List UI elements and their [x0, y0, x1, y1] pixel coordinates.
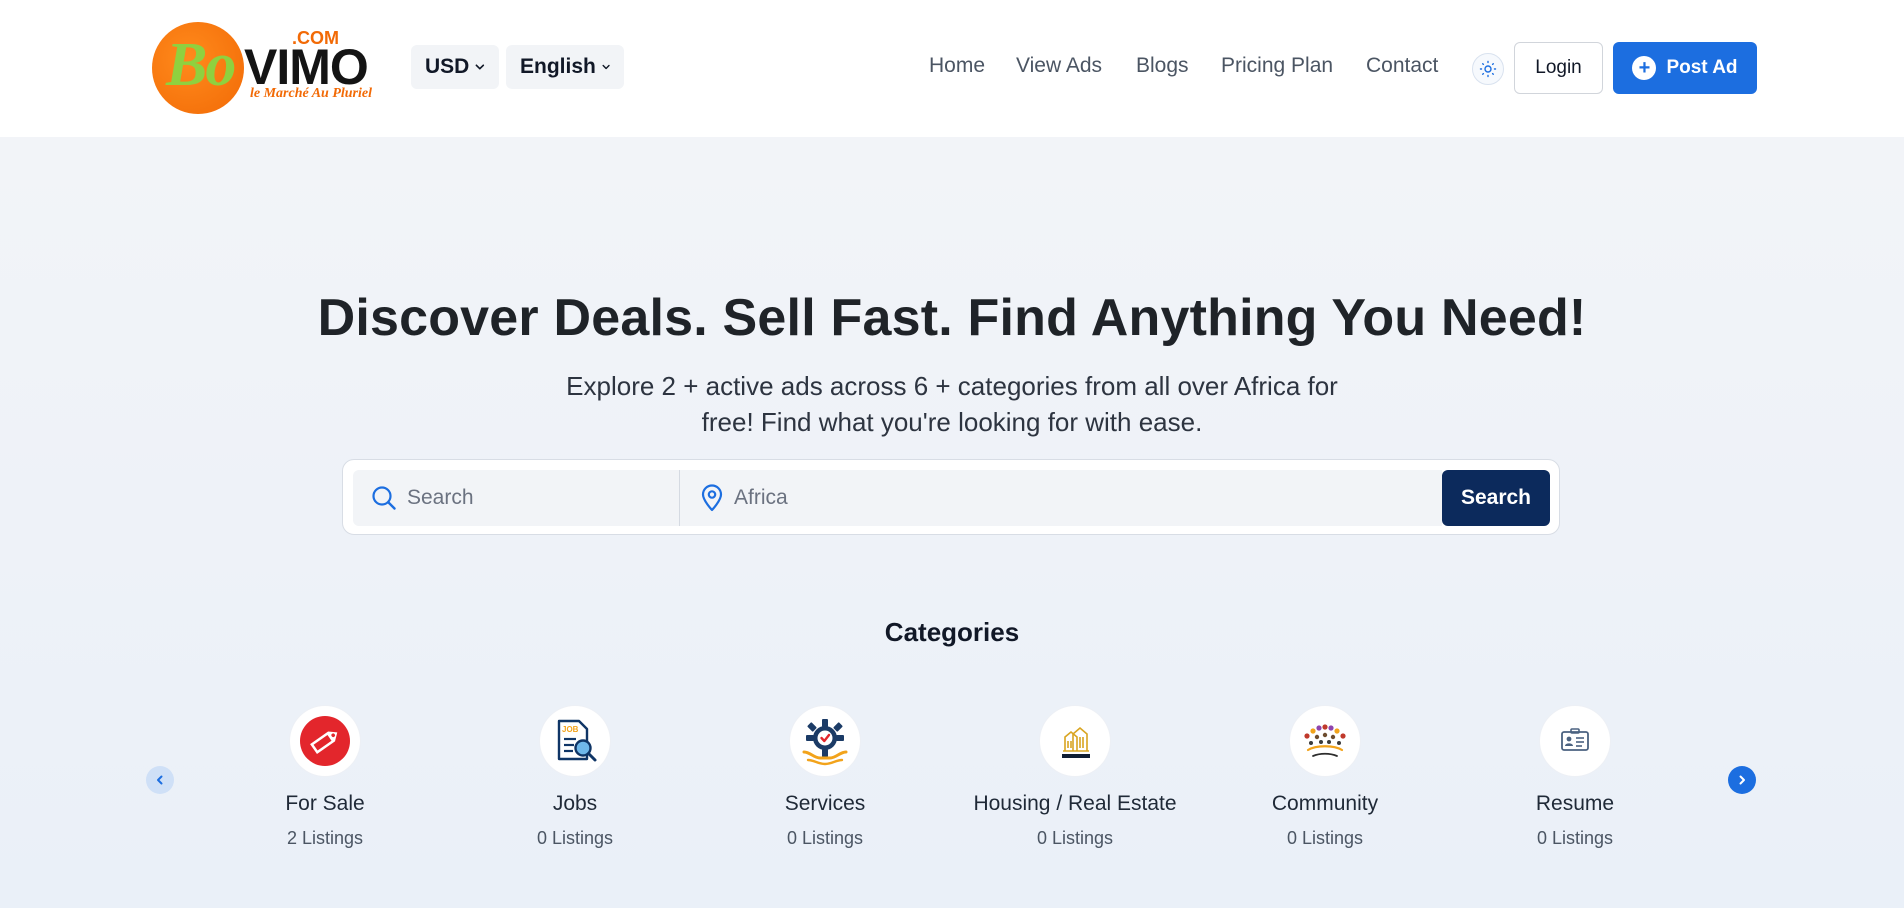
category-name: Resume — [1535, 792, 1615, 815]
category-services[interactable]: Services 0 Listings — [700, 706, 950, 849]
price-tag-icon — [300, 716, 350, 766]
category-icon-wrap: JOB — [540, 706, 610, 776]
job-search-icon: JOB — [557, 719, 597, 762]
category-for-sale[interactable]: For Sale 2 Listings — [200, 706, 450, 849]
category-community[interactable]: Community 0 Listings — [1200, 706, 1450, 849]
carousel-next-button[interactable] — [1728, 766, 1756, 794]
chevron-down-icon — [475, 64, 485, 70]
category-name: For Sale — [285, 792, 365, 815]
search-icon — [372, 486, 396, 510]
nav-pricing-plan[interactable]: Pricing Plan — [1221, 54, 1333, 78]
nav-blogs[interactable]: Blogs — [1136, 54, 1189, 78]
category-count: 2 Listings — [286, 828, 364, 848]
categories-title: Categories — [884, 617, 1020, 647]
category-name: Jobs — [552, 792, 598, 815]
site-header: Bo VIMO .COM le Marché Au Pluriel USD En… — [0, 0, 1904, 137]
chevron-down-icon — [602, 64, 610, 70]
category-name: Community — [1271, 792, 1379, 815]
nav-contact[interactable]: Contact — [1366, 54, 1438, 78]
hero-subtitle: Explore 2 + active ads across 6 + catego… — [566, 371, 1338, 437]
keyword-field[interactable] — [353, 470, 680, 526]
logo-tagline: le Marché Au Pluriel — [250, 86, 372, 101]
category-name: Housing / Real Estate — [973, 792, 1177, 815]
site-logo[interactable]: Bo VIMO .COM le Marché Au Pluriel — [152, 20, 392, 116]
community-icon — [1304, 724, 1346, 757]
nav-view-ads[interactable]: View Ads — [1016, 54, 1102, 78]
category-count: 0 Listings — [1286, 828, 1364, 848]
category-resume[interactable]: Resume 0 Listings — [1450, 706, 1700, 849]
category-icon-wrap — [790, 706, 860, 776]
location-input[interactable] — [734, 486, 1334, 510]
category-count: 0 Listings — [536, 828, 614, 848]
currency-value: USD — [425, 55, 470, 78]
category-name: Services — [784, 792, 866, 815]
category-icon-wrap — [290, 706, 360, 776]
sun-icon — [1479, 60, 1497, 78]
logo-com-text: .COM — [292, 28, 339, 48]
post-ad-button[interactable]: + Post Ad — [1613, 42, 1757, 94]
category-housing-real-estate[interactable]: Housing / Real Estate 0 Listings — [950, 706, 1200, 849]
language-value: English — [520, 55, 596, 78]
theme-toggle-button[interactable] — [1472, 53, 1504, 85]
search-bar: Search — [342, 459, 1560, 535]
chevron-right-icon — [1739, 775, 1745, 785]
real-estate-icon — [1062, 726, 1090, 758]
resume-card-icon — [1561, 728, 1589, 751]
login-button[interactable]: Login — [1514, 42, 1603, 94]
map-pin-icon — [701, 484, 723, 512]
carousel-prev-button[interactable] — [146, 766, 174, 794]
category-jobs[interactable]: JOB Jobs 0 Listings — [450, 706, 700, 849]
location-field[interactable] — [680, 470, 1442, 526]
category-icon-wrap — [1540, 706, 1610, 776]
category-icon-wrap — [1040, 706, 1110, 776]
language-select[interactable]: English — [506, 45, 624, 89]
category-count: 0 Listings — [786, 828, 864, 848]
category-count: 0 Listings — [1536, 828, 1614, 848]
svg-text:JOB: JOB — [562, 725, 579, 734]
nav-home[interactable]: Home — [929, 54, 985, 78]
search-input[interactable] — [407, 486, 667, 510]
hero-title: Discover Deals. Sell Fast. Find Anything… — [317, 289, 1587, 347]
logo-vimo-text: VIMO — [244, 39, 369, 95]
category-icon-wrap — [1290, 706, 1360, 776]
search-button[interactable]: Search — [1442, 470, 1550, 526]
gear-service-icon — [802, 719, 848, 766]
chevron-left-icon — [157, 775, 163, 785]
category-count: 0 Listings — [1036, 828, 1114, 848]
logo-bo-text: Bo — [166, 31, 236, 99]
currency-select[interactable]: USD — [411, 45, 499, 89]
plus-icon: + — [1632, 56, 1657, 80]
post-ad-label: Post Ad — [1666, 57, 1738, 78]
